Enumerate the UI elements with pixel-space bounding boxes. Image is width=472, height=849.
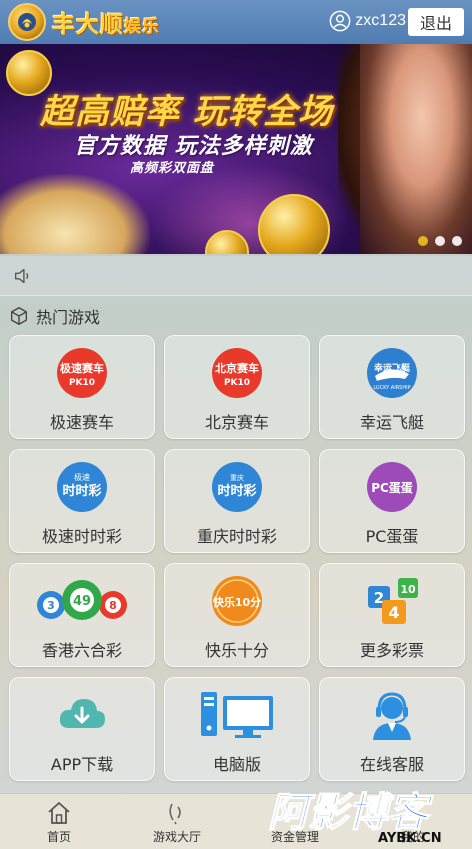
svg-text:10: 10 (400, 583, 416, 596)
game-label: 极速时时彩 (41, 527, 122, 546)
tile-online-service[interactable]: 在线客服 (319, 677, 465, 781)
top-header: 丰大顺娱乐 zxc123 退出 (0, 0, 472, 44)
svg-text:快乐10分: 快乐10分 (212, 595, 261, 609)
tile-label: APP下载 (50, 755, 114, 774)
svg-text:3: 3 (47, 599, 55, 612)
svg-text:PC蛋蛋: PC蛋蛋 (371, 481, 413, 495)
banner-tagline: 高频彩双面盘 (130, 161, 215, 176)
carousel-dot[interactable] (435, 236, 445, 246)
game-label: 幸运飞艇 (359, 413, 424, 432)
banner-title: 超高赔率 玩转全场 (40, 92, 333, 132)
game-tile-xingyun-feiting[interactable]: 幸运飞艇 LUCKY AIRSHIP 幸运飞艇 (319, 335, 465, 439)
banner-flower (0, 174, 150, 254)
svg-text:8: 8 (109, 599, 117, 612)
announcement-bar[interactable] (0, 256, 472, 296)
game-tile-beijing-saiche[interactable]: 北京赛车 PK10 北京赛车 (164, 335, 310, 439)
banner-subtitle: 官方数据 玩法多样刺激 (74, 134, 313, 159)
cube-icon (10, 307, 28, 325)
svg-text:时时彩: 时时彩 (62, 483, 101, 499)
pk10-red-icon: 极速赛车 PK10 (55, 346, 109, 400)
nav-item-game-hall[interactable]: 游戏大厅 (118, 794, 236, 849)
section-header: 热门游戏 (8, 304, 100, 328)
game-tile-chongqing-shishicai[interactable]: 重庆 时时彩 重庆时时彩 (164, 449, 310, 553)
lottery-balls-icon: 3 8 49 (34, 574, 130, 628)
svg-text:49: 49 (73, 594, 91, 609)
svg-text:北京赛车: 北京赛车 (215, 361, 259, 375)
nav-label: 游戏大厅 (152, 830, 201, 844)
airship-icon: 幸运飞艇 LUCKY AIRSHIP (365, 346, 419, 400)
promo-banner[interactable]: 超高赔率 玩转全场 官方数据 玩法多样刺激 高频彩双面盘 (0, 44, 472, 254)
game-hall-icon (169, 803, 181, 825)
game-tile-xianggang-liuhecai[interactable]: 3 8 49 香港六合彩 (9, 563, 155, 667)
svg-text:幸运飞艇: 幸运飞艇 (374, 362, 411, 374)
svg-text:极速: 极速 (74, 472, 90, 482)
game-label: 极速赛车 (49, 413, 114, 432)
tile-app-download[interactable]: APP下载 (9, 677, 155, 781)
svg-text:重庆: 重庆 (230, 473, 244, 482)
game-grid: 极速赛车 PK10 极速赛车 北京赛车 PK10 北京赛车 幸运飞艇 LUCKY AI… (9, 335, 465, 781)
cloud-download-icon (55, 688, 109, 742)
svg-text:时时彩: 时时彩 (217, 483, 256, 499)
nav-label: 首页 (46, 830, 71, 844)
ssc-blue-icon: 重庆 时时彩 (210, 460, 264, 514)
section-title: 热门游戏 (36, 308, 101, 327)
logout-button[interactable]: 退出 (408, 8, 464, 36)
speaker-icon (14, 268, 29, 283)
svg-text:LUCKY AIRSHIP: LUCKY AIRSHIP (373, 385, 410, 391)
desktop-computer-icon (199, 688, 275, 742)
happy10-icon: 快乐10分 (210, 574, 264, 628)
game-label: 更多彩票 (359, 641, 424, 660)
app-logo-text: 丰大顺娱乐 (52, 12, 160, 38)
ssc-blue-icon: 极速 时时彩 (55, 460, 109, 514)
svg-text:4: 4 (388, 603, 399, 622)
tile-desktop-version[interactable]: 电脑版 (164, 677, 310, 781)
game-label: 快乐十分 (204, 641, 269, 660)
customer-service-icon (365, 688, 419, 742)
svg-text:极速赛车: 极速赛车 (60, 361, 104, 375)
game-label: 北京赛车 (204, 413, 269, 432)
logo-suffix: 娱乐 (124, 17, 160, 37)
user-account[interactable]: zxc123 (329, 10, 406, 32)
game-tile-kuaile-shifen[interactable]: 快乐10分 快乐十分 (164, 563, 310, 667)
logo-emblem-icon (8, 3, 46, 41)
game-label: 香港六合彩 (41, 641, 122, 660)
carousel-dot[interactable] (452, 236, 462, 246)
banner-model (360, 44, 472, 254)
game-tile-jisu-shishicai[interactable]: 极速 时时彩 极速时时彩 (9, 449, 155, 553)
username: zxc123 (355, 12, 406, 29)
carousel-dots (418, 236, 462, 246)
user-icon (329, 10, 351, 32)
game-tile-pc-dandan[interactable]: PC蛋蛋 PC蛋蛋 (319, 449, 465, 553)
nav-item-home[interactable]: 首页 (0, 794, 118, 849)
number-cards-icon: 2 10 4 (360, 574, 424, 628)
game-label: 重庆时时彩 (196, 527, 277, 546)
site-watermark-logo: 阿影博客 AYBK.CN (267, 789, 442, 846)
svg-text:PK10: PK10 (224, 378, 250, 388)
game-tile-more-lottery[interactable]: 2 10 4 更多彩票 (319, 563, 465, 667)
game-label: PC蛋蛋 (365, 527, 419, 546)
pk10-red-icon: 北京赛车 PK10 (210, 346, 264, 400)
svg-text:PK10: PK10 (69, 378, 95, 388)
watermark-main: 阿影博客 (268, 790, 434, 836)
tile-label: 电脑版 (212, 755, 261, 774)
watermark-sub: AYBK.CN (378, 831, 442, 846)
pc-egg-icon: PC蛋蛋 (365, 460, 419, 514)
carousel-dot[interactable] (418, 236, 428, 246)
game-tile-jisu-saiche[interactable]: 极速赛车 PK10 极速赛车 (9, 335, 155, 439)
home-icon (48, 802, 70, 824)
tile-label: 在线客服 (359, 755, 424, 774)
